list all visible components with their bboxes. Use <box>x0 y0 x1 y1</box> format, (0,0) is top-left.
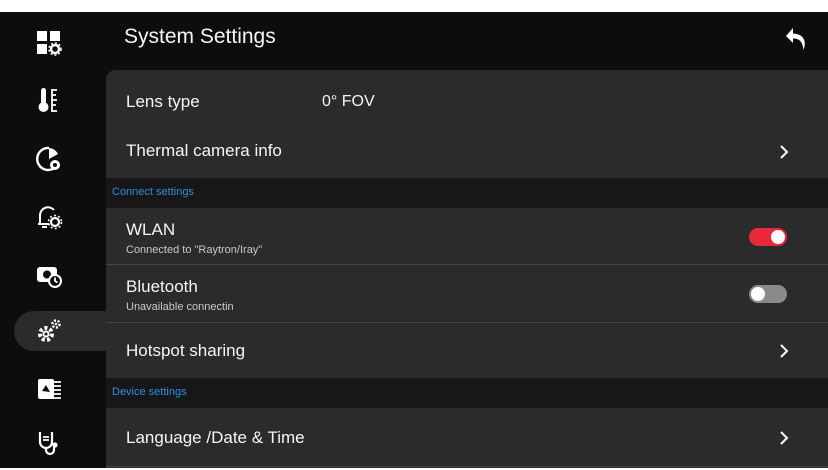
lens-type-value: 0° FOV <box>322 93 375 110</box>
alarm-settings-icon <box>38 206 63 230</box>
wlan-toggle[interactable] <box>749 228 787 246</box>
language-date-time-row[interactable]: Language /Date & Time <box>106 408 828 468</box>
bluetooth-label: Bluetooth <box>126 277 198 296</box>
thermal-camera-info-label: Thermal camera info <box>126 141 282 160</box>
sidebar-item-dashboard[interactable] <box>0 16 98 70</box>
image-fusion-icon <box>38 379 61 399</box>
palette-settings-icon <box>36 146 60 172</box>
hotspot-sharing-label: Hotspot sharing <box>126 341 246 360</box>
gears-icon <box>38 319 61 342</box>
sidebar <box>0 12 124 468</box>
bluetooth-toggle[interactable] <box>749 285 787 303</box>
chevron-right-icon <box>774 341 794 361</box>
camera-timer-icon <box>37 267 62 288</box>
sidebar-item-palette[interactable] <box>0 132 98 186</box>
bluetooth-status: Unavailable connectin <box>126 301 234 313</box>
wlan-status: Connected to "Raytron/Iray" <box>126 244 263 256</box>
sidebar-item-temperature[interactable] <box>0 73 98 127</box>
thermal-camera-info-row[interactable]: Thermal camera info <box>106 126 828 178</box>
wlan-label: WLAN <box>126 220 176 239</box>
thermometer-icon <box>38 88 57 112</box>
back-arrow-icon <box>786 28 805 50</box>
chevron-right-icon <box>774 428 794 448</box>
sidebar-item-fusion[interactable] <box>0 362 98 416</box>
hotspot-sharing-row[interactable]: Hotspot sharing <box>106 323 828 378</box>
language-date-time-label: Language /Date & Time <box>126 428 305 447</box>
dashboard-settings-icon <box>37 31 62 56</box>
back-button[interactable] <box>780 22 814 56</box>
header: System Settings <box>98 12 828 66</box>
connect-settings-label: Connect settings <box>112 186 194 198</box>
toggle-knob <box>771 230 785 244</box>
bluetooth-row[interactable]: Bluetooth Unavailable connectin <box>106 265 828 322</box>
lens-type-row: Lens type 0° FOV <box>106 70 828 126</box>
chevron-right-icon <box>774 142 794 162</box>
lens-type-label: Lens type <box>126 92 200 111</box>
connect-settings-section: Connect settings <box>106 178 828 208</box>
sidebar-item-alarm[interactable] <box>0 190 98 244</box>
wlan-row[interactable]: WLAN Connected to "Raytron/Iray" <box>106 208 828 264</box>
sidebar-item-system-settings[interactable] <box>0 304 124 358</box>
toggle-knob <box>751 287 765 301</box>
page-title: System Settings <box>124 25 276 48</box>
divider <box>106 466 828 467</box>
device-settings-label: Device settings <box>112 386 187 398</box>
settings-panel: Lens type 0° FOV Thermal camera info Con… <box>106 70 828 468</box>
screen: System Settings Lens type 0° FOV Thermal… <box>0 12 828 468</box>
sidebar-item-capture[interactable] <box>0 248 98 302</box>
stethoscope-icon <box>38 432 58 456</box>
sidebar-item-medical[interactable] <box>0 416 98 468</box>
device-settings-section: Device settings <box>106 378 828 408</box>
